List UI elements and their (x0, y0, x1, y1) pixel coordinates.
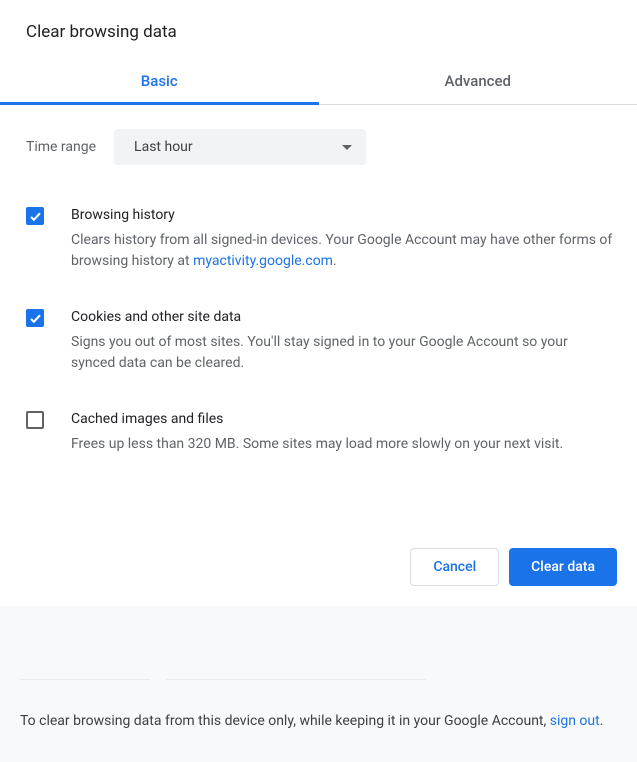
time-range-row: Time range Last hour (0, 105, 637, 189)
clear-browsing-data-dialog: Clear browsing data Basic Advanced Time … (0, 0, 637, 762)
footer-text: To clear browsing data from this device … (20, 690, 617, 732)
time-range-selected: Last hour (134, 139, 193, 155)
option-desc: Clears history from all signed-in device… (71, 230, 613, 273)
option-title: Cookies and other site data (71, 307, 613, 329)
option-cookies: Cookies and other site data Signs you ou… (24, 291, 613, 393)
option-title: Browsing history (71, 205, 613, 227)
button-row: Cancel Clear data (0, 474, 637, 606)
option-desc: Frees up less than 320 MB. Some sites ma… (71, 434, 613, 456)
option-cached: Cached images and files Frees up less th… (24, 393, 613, 473)
sign-out-link[interactable]: sign out (550, 713, 600, 729)
divider (20, 679, 150, 680)
chevron-down-icon (342, 145, 352, 150)
divider (166, 679, 426, 680)
cancel-button[interactable]: Cancel (410, 548, 499, 586)
option-title: Cached images and files (71, 409, 613, 431)
checkbox-cookies[interactable] (26, 309, 44, 327)
tab-advanced[interactable]: Advanced (319, 60, 637, 104)
dialog-title: Clear browsing data (0, 22, 637, 60)
clear-data-button[interactable]: Clear data (509, 548, 617, 586)
checkbox-browsing-history[interactable] (26, 207, 44, 225)
footer: To clear browsing data from this device … (0, 606, 637, 762)
checkbox-cached[interactable] (26, 411, 44, 429)
tab-basic[interactable]: Basic (0, 60, 319, 104)
tabs: Basic Advanced (0, 60, 637, 105)
option-desc: Signs you out of most sites. You'll stay… (71, 332, 613, 375)
options-list: Browsing history Clears history from all… (0, 189, 637, 474)
time-range-select[interactable]: Last hour (114, 129, 366, 165)
option-browsing-history: Browsing history Clears history from all… (24, 189, 613, 291)
myactivity-link[interactable]: myactivity.google.com (193, 253, 333, 269)
time-range-label: Time range (26, 139, 96, 155)
